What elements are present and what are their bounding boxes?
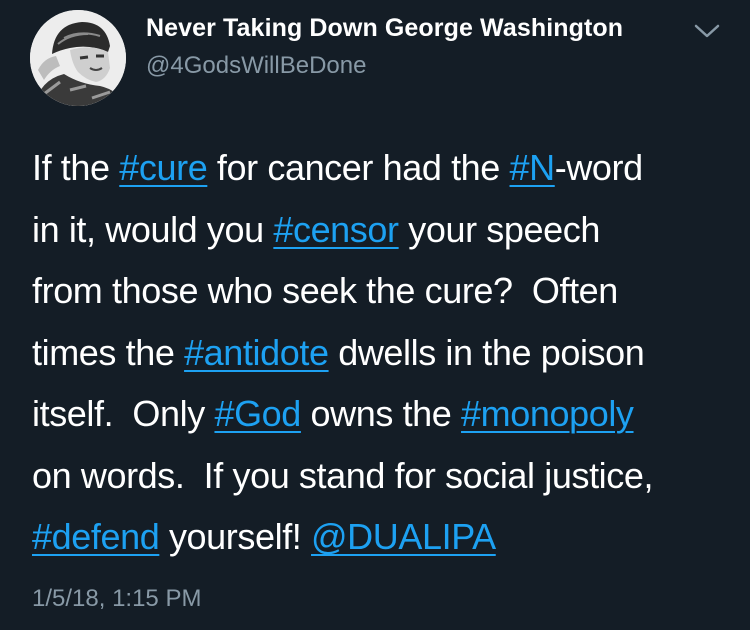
tweet-text-line: from those who seek the cure? Often — [32, 260, 732, 322]
tweet-text-segment: from those who seek the cure? Often — [32, 270, 618, 311]
tweet-timestamp[interactable]: 1/5/18, 1:15 PM — [32, 585, 201, 613]
hashtag-link[interactable]: #defend — [32, 516, 160, 557]
tweet-text-line: #defend yourself! @DUALIPA — [32, 506, 732, 568]
tweet-text-line: times the #antidote dwells in the poison — [32, 322, 732, 384]
mention-link[interactable]: @DUALIPA — [311, 516, 496, 557]
tweet-text-line: in it, would you #censor your speech — [32, 199, 732, 261]
hashtag-link[interactable]: #N — [510, 147, 556, 188]
hashtag-link[interactable]: #monopoly — [461, 393, 634, 434]
tweet-text-segment: dwells in the poison — [328, 331, 645, 373]
tweet-text-segment: for cancer had the — [207, 147, 510, 188]
hashtag-link[interactable]: #God — [214, 393, 301, 434]
profile-photo-icon[interactable] — [30, 10, 126, 106]
chevron-down-icon[interactable] — [692, 20, 722, 42]
tweet-text-line: on words. If you stand for social justic… — [32, 445, 732, 507]
tweet-text-segment: in it, would you — [32, 208, 274, 250]
tweet-text-segment: -word — [554, 147, 643, 188]
tweet-text-segment: on words. If you stand for social justic… — [32, 454, 654, 496]
display-name[interactable]: Never Taking Down George Washington — [146, 14, 623, 43]
tweet-text-segment: itself. Only — [32, 393, 215, 434]
hashtag-link[interactable]: #antidote — [184, 332, 329, 373]
avatar-image — [30, 10, 126, 106]
tweet-text-segment: If the — [32, 147, 120, 188]
tweet-text-segment: times the — [32, 331, 185, 373]
tweet-text-segment: yourself! — [159, 516, 312, 557]
tweet-card: Never Taking Down George Washington @4Go… — [0, 0, 750, 630]
tweet-text-line: itself. Only #God owns the #monopoly — [32, 383, 732, 445]
user-handle[interactable]: @4GodsWillBeDone — [146, 52, 366, 80]
tweet-text-segment: your speech — [398, 208, 600, 250]
hashtag-link[interactable]: #cure — [119, 147, 207, 188]
tweet-text-segment: owns the — [300, 393, 462, 434]
tweet-text: If the #cure for cancer had the #N-word i… — [32, 137, 732, 568]
hashtag-link[interactable]: #censor — [273, 209, 399, 250]
tweet-text-line: If the #cure for cancer had the #N-word — [32, 137, 732, 199]
